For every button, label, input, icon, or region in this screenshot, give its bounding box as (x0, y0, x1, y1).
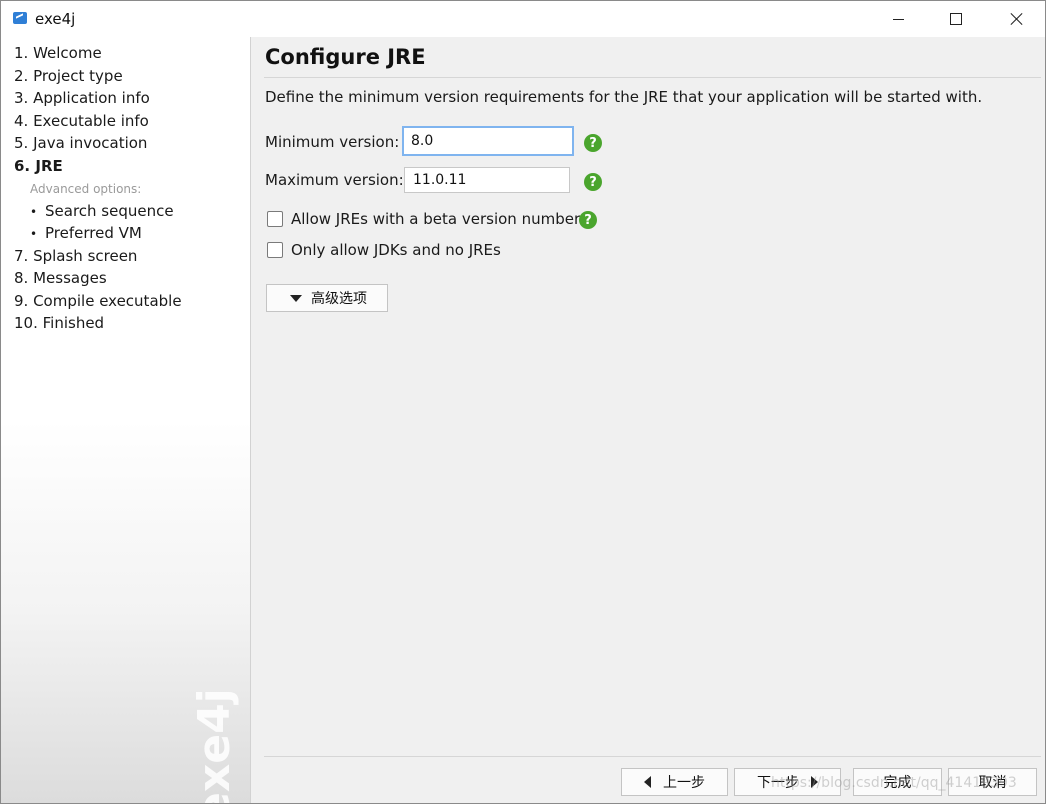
step-welcome[interactable]: 1. Welcome (14, 44, 102, 62)
minimize-icon (892, 18, 904, 20)
exe4j-app-icon (13, 12, 27, 24)
step-preferred-vm-label: Preferred VM (45, 224, 142, 242)
help-icon[interactable]: ? (584, 134, 602, 152)
next-button[interactable]: 下一步 (734, 768, 841, 796)
maximize-icon (950, 13, 962, 25)
close-icon (1009, 12, 1023, 26)
beta-version-checkbox[interactable] (267, 211, 283, 227)
back-button[interactable]: 上一步 (621, 768, 728, 796)
footer-divider (264, 756, 1041, 757)
back-button-label: 上一步 (663, 775, 705, 791)
triangle-right-icon (811, 776, 818, 788)
help-icon[interactable]: ? (579, 211, 597, 229)
exe4j-watermark-logo: exe4j (191, 688, 240, 804)
cancel-button[interactable]: 取消 (948, 768, 1037, 796)
triangle-down-icon (290, 294, 302, 302)
only-jdk-checkbox[interactable] (267, 242, 283, 258)
only-jdk-checkbox-label: Only allow JDKs and no JREs (291, 241, 501, 259)
main-content: Configure JRE Define the minimum version… (251, 37, 1045, 803)
title-bar: exe4j (1, 1, 1045, 37)
step-search-sequence[interactable]: • Search sequence (30, 202, 174, 220)
beta-version-option[interactable]: Allow JREs with a beta version number (267, 210, 580, 228)
cancel-button-label: 取消 (978, 775, 1007, 791)
title-divider (264, 77, 1041, 78)
help-icon[interactable]: ? (584, 173, 602, 191)
finish-button[interactable]: 完成 (853, 768, 942, 796)
minimize-button[interactable] (869, 1, 927, 37)
step-splash-screen[interactable]: 7. Splash screen (14, 247, 137, 265)
min-version-label: Minimum version: (265, 133, 400, 151)
close-button[interactable] (987, 1, 1045, 37)
app-window: exe4j 1. Welcome 2. Project type 3. Appl… (0, 0, 1046, 804)
watermark-text: exe4j (191, 688, 240, 804)
step-executable-info[interactable]: 4. Executable info (14, 112, 149, 130)
step-application-info[interactable]: 3. Application info (14, 89, 150, 107)
only-jdk-option[interactable]: Only allow JDKs and no JREs (267, 241, 501, 259)
bullet-icon: • (30, 205, 38, 219)
advanced-options-button[interactable]: 高级选项 (266, 284, 388, 312)
step-java-invocation[interactable]: 5. Java invocation (14, 134, 147, 152)
wizard-steps-sidebar: 1. Welcome 2. Project type 3. Applicatio… (1, 37, 251, 803)
step-project-type[interactable]: 2. Project type (14, 67, 123, 85)
max-version-input[interactable] (404, 167, 570, 193)
page-title: Configure JRE (265, 45, 426, 69)
step-preferred-vm[interactable]: • Preferred VM (30, 224, 142, 242)
step-jre[interactable]: 6. JRE (14, 157, 63, 175)
step-finished[interactable]: 10. Finished (14, 314, 104, 332)
maximize-button[interactable] (927, 1, 985, 37)
step-messages[interactable]: 8. Messages (14, 269, 107, 287)
advanced-options-button-label: 高级选项 (311, 291, 367, 307)
max-version-label: Maximum version: (265, 171, 404, 189)
window-title: exe4j (35, 10, 76, 28)
min-version-input[interactable] (402, 126, 574, 156)
page-description: Define the minimum version requirements … (265, 88, 983, 106)
triangle-left-icon (644, 776, 651, 788)
advanced-options-heading: Advanced options: (30, 182, 142, 196)
step-compile-executable[interactable]: 9. Compile executable (14, 292, 182, 310)
step-search-sequence-label: Search sequence (45, 202, 174, 220)
bullet-icon: • (30, 227, 38, 241)
finish-button-label: 完成 (883, 775, 912, 791)
next-button-label: 下一步 (757, 775, 799, 791)
beta-version-checkbox-label: Allow JREs with a beta version number (291, 210, 581, 228)
